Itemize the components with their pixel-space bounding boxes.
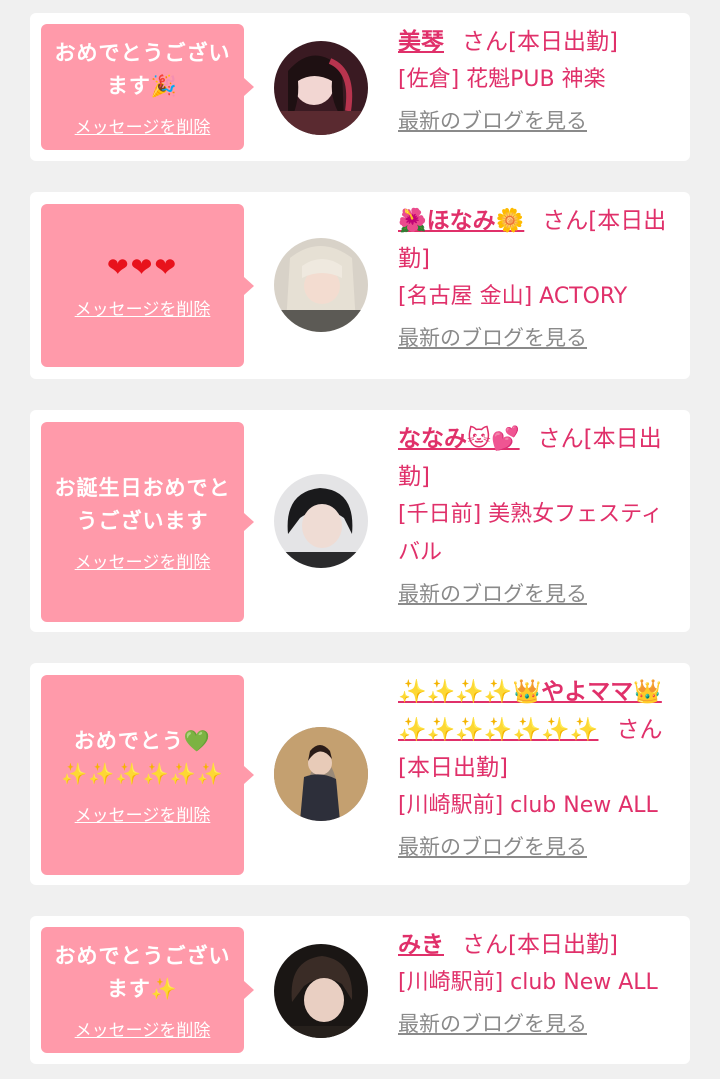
profile-info: 美琴 さん[本日出勤] [佐倉] 花魁PUB 神楽 最新のブログを見る bbox=[398, 23, 683, 135]
delete-message-link[interactable]: メッセージを削除 bbox=[75, 548, 211, 573]
message-text: おめでとうございます✨ bbox=[54, 943, 231, 1001]
delete-message-link[interactable]: メッセージを削除 bbox=[75, 1016, 211, 1041]
message-bubble: おめでとうございます🎉 メッセージを削除 bbox=[41, 24, 254, 150]
delete-message-link[interactable]: メッセージを削除 bbox=[75, 295, 211, 320]
shop-text: [名古屋 金山] ACTORY bbox=[398, 284, 628, 309]
message-sparkles: ✨✨✨✨✨✨ bbox=[61, 761, 224, 786]
message-bubble: ❤❤❤ メッセージを削除 bbox=[41, 204, 254, 367]
avatar[interactable] bbox=[274, 474, 368, 568]
list-item: おめでとうございます✨ メッセージを削除 みき さん[本日出勤] [川崎駅前] c… bbox=[30, 916, 690, 1064]
profile-info: 🌺ほなみ🌼 さん[本日出勤] [名古屋 金山] ACTORY 最新のブログを見る bbox=[398, 202, 683, 352]
list-item: ❤❤❤ メッセージを削除 🌺ほなみ🌼 さん[本日出勤] [名古屋 金山] ACTO… bbox=[30, 192, 690, 379]
avatar[interactable] bbox=[274, 944, 368, 1038]
profile-name-link[interactable]: 美琴 bbox=[398, 29, 444, 55]
avatar[interactable] bbox=[274, 238, 368, 332]
shop-text: [川崎駅前] club New ALL bbox=[398, 970, 658, 995]
message-text: おめでとう💚 bbox=[73, 728, 212, 753]
list-item: お誕生日おめでとうございます メッセージを削除 ななみ🐱💕 さん[本日出勤] [千… bbox=[30, 410, 690, 632]
message-text: お誕生日おめでとうございます bbox=[54, 475, 231, 533]
profile-info: ななみ🐱💕 さん[本日出勤] [千日前] 美熟女フェスティバル 最新のブログを見る bbox=[398, 420, 683, 608]
blog-link[interactable]: 最新のブログを見る bbox=[398, 831, 587, 861]
delete-message-link[interactable]: メッセージを削除 bbox=[75, 113, 211, 138]
avatar-photo bbox=[274, 727, 368, 821]
blog-link[interactable]: 最新のブログを見る bbox=[398, 322, 587, 352]
message-text: おめでとうございます🎉 bbox=[54, 40, 231, 98]
blog-link[interactable]: 最新のブログを見る bbox=[398, 578, 587, 608]
blog-link[interactable]: 最新のブログを見る bbox=[398, 105, 587, 135]
message-bubble: おめでとうございます✨ メッセージを削除 bbox=[41, 927, 254, 1053]
avatar[interactable] bbox=[274, 727, 368, 821]
list-item: おめでとう💚 ✨✨✨✨✨✨ メッセージを削除 ✨✨✨✨👑やよママ👑✨✨✨✨✨✨✨… bbox=[30, 663, 690, 885]
blog-link[interactable]: 最新のブログを見る bbox=[398, 1008, 587, 1038]
shop-text: [川崎駅前] club New ALL bbox=[398, 793, 658, 818]
message-list: おめでとうございます🎉 メッセージを削除 美琴 さん[本日出勤] [佐倉] 花魁P… bbox=[0, 0, 720, 1079]
list-item: おめでとうございます🎉 メッセージを削除 美琴 さん[本日出勤] [佐倉] 花魁P… bbox=[30, 13, 690, 161]
profile-name-link[interactable]: 🌺ほなみ🌼 bbox=[398, 208, 524, 234]
message-text: ❤❤❤ bbox=[106, 252, 179, 283]
shop-text: [千日前] 美熟女フェスティバル bbox=[398, 502, 663, 565]
profile-info: みき さん[本日出勤] [川崎駅前] club New ALL 最新のブログを見る bbox=[398, 926, 683, 1038]
profile-name-link[interactable]: みき bbox=[398, 932, 444, 958]
delete-message-link[interactable]: メッセージを削除 bbox=[75, 801, 211, 826]
profile-name-link[interactable]: ななみ🐱💕 bbox=[398, 426, 520, 452]
message-bubble: お誕生日おめでとうございます メッセージを削除 bbox=[41, 422, 254, 622]
status-text: さん[本日出勤] bbox=[462, 932, 618, 958]
avatar-photo bbox=[274, 944, 368, 1038]
message-bubble: おめでとう💚 ✨✨✨✨✨✨ メッセージを削除 bbox=[41, 675, 254, 875]
avatar-photo bbox=[274, 474, 368, 568]
avatar[interactable] bbox=[274, 41, 368, 135]
profile-info: ✨✨✨✨👑やよママ👑✨✨✨✨✨✨✨ さん[本日出勤] [川崎駅前] club Ne… bbox=[398, 673, 683, 861]
avatar-photo bbox=[274, 238, 368, 332]
status-text: さん[本日出勤] bbox=[462, 29, 618, 55]
avatar-photo bbox=[274, 41, 368, 135]
shop-text: [佐倉] 花魁PUB 神楽 bbox=[398, 67, 606, 92]
